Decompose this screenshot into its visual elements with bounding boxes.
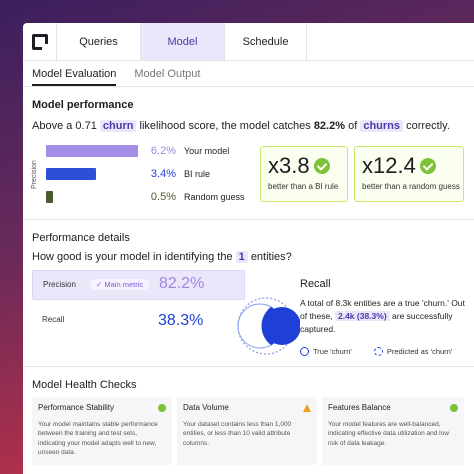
health-card-title: Data Volume — [183, 403, 229, 412]
section-title-health-checks: Model Health Checks — [32, 379, 137, 391]
recall-text-1: A total of — [300, 298, 334, 308]
captured-region — [263, 307, 300, 345]
sentence-post: correctly. — [406, 120, 450, 132]
health-card-body: Your model features are well-balanced, i… — [328, 421, 449, 447]
top-nav: Queries Model Schedule — [23, 23, 474, 61]
keyword-churn[interactable]: churn — [99, 120, 137, 132]
precision-bar-label: Random guess — [184, 192, 245, 202]
multiplier-bi-caption: better than a BI rule — [268, 182, 339, 191]
precision-bar-row: 3.4% BI rule — [46, 168, 210, 180]
app-logo-icon — [31, 33, 48, 50]
check-circle-icon — [419, 158, 436, 174]
true-churn-legend-icon — [300, 347, 309, 356]
multiplier-bi-value: x3.8 — [268, 153, 310, 178]
sentence-mid: likelihood score, the model catches — [139, 120, 311, 132]
precision-bar — [46, 145, 138, 157]
details-question: How good is your model in identifying th… — [32, 251, 292, 263]
tab-schedule[interactable]: Schedule — [225, 23, 307, 60]
health-card-features-balance[interactable]: Features Balance Your model features are… — [322, 397, 464, 465]
subtab-model-evaluation[interactable]: Model Evaluation — [32, 68, 117, 86]
section-title-model-performance: Model performance — [32, 99, 134, 111]
warning-icon — [303, 403, 311, 412]
health-card-data-volume[interactable]: Data Volume Your dataset contains less t… — [177, 397, 317, 465]
health-card-body: Your dataset contains less than 1,000 en… — [183, 421, 292, 447]
multiplier-random-caption: better than a random guess — [362, 182, 460, 191]
precision-label: Precision — [43, 280, 76, 289]
legend-predicted-churn: Predicted as 'churn' — [386, 347, 453, 356]
precision-bar-value: 0.5% — [150, 191, 176, 203]
recall-label: Recall — [42, 315, 65, 324]
predicted-churn-legend-icon — [373, 347, 383, 356]
health-card-body: Your model maintains stable performance … — [38, 421, 158, 457]
precision-bar-row: 6.2% Your model — [46, 145, 229, 157]
recall-metric-row[interactable]: Recall 38.3% — [32, 305, 245, 339]
sentence-of: of — [348, 120, 358, 132]
recall-venn-diagram — [237, 297, 300, 355]
precision-metric-row[interactable]: Precision ✓ Main metric 82.2% — [32, 270, 245, 300]
health-card-performance-stability[interactable]: Performance Stability Your model maintai… — [32, 397, 172, 465]
tab-model[interactable]: Model — [141, 23, 225, 60]
precision-value: 82.2% — [159, 275, 205, 292]
recall-description: A total of 8.3k entities are a true 'chu… — [300, 297, 468, 335]
health-card-title: Performance Stability — [38, 403, 115, 412]
recall-total: 8.3k — [335, 298, 352, 308]
keyword-entity-count[interactable]: 1 — [235, 251, 248, 263]
check-circle-icon — [158, 403, 166, 412]
precision-bar — [46, 168, 96, 180]
multiplier-card-bi: x3.8 better than a BI rule — [260, 146, 348, 202]
multiplier-card-random: x12.4 better than a random guess — [354, 146, 464, 202]
precision-bar-value: 6.2% — [150, 145, 176, 157]
performance-sentence: Above a 0.71 churn likelihood score, the… — [32, 120, 450, 132]
precision-bar-label: Your model — [184, 146, 230, 156]
venn-legend: True 'churn' Predicted as 'churn' — [300, 347, 452, 356]
question-post: entities? — [250, 251, 292, 263]
logo-cell[interactable] — [23, 23, 57, 60]
model-panel: Queries Model Schedule Model Evaluation … — [23, 23, 474, 474]
recall-heading: Recall — [300, 278, 331, 290]
subtabs: Model Evaluation Model Output — [23, 61, 474, 87]
sentence-pre: Above a 0.71 — [32, 120, 97, 132]
multiplier-random-value: x12.4 — [362, 153, 416, 178]
check-circle-icon — [313, 158, 330, 174]
precision-bar-value: 3.4% — [150, 168, 176, 180]
precision-bar-row: 0.5% Random guess — [46, 191, 245, 203]
recall-hit: 2.4k (38.3%) — [334, 310, 390, 321]
precision-axis-caption: Precision — [31, 160, 38, 189]
section-title-performance-details: Performance details — [32, 232, 130, 244]
health-card-title: Features Balance — [328, 403, 391, 412]
precision-bar-label: BI rule — [184, 169, 211, 179]
precision-bar — [46, 191, 53, 203]
sentence-pct: 82.2% — [313, 120, 346, 132]
recall-value: 38.3% — [158, 312, 204, 329]
main-metric-badge: ✓ Main metric — [90, 279, 150, 290]
divider — [23, 219, 474, 220]
subtab-model-output[interactable]: Model Output — [134, 68, 200, 86]
question-pre: How good is your model in identifying th… — [32, 251, 233, 263]
keyword-churns[interactable]: churns — [360, 120, 404, 132]
tab-queries[interactable]: Queries — [57, 23, 141, 60]
legend-true-churn: True 'churn' — [313, 347, 352, 356]
divider — [23, 366, 474, 367]
check-circle-icon — [450, 403, 458, 412]
